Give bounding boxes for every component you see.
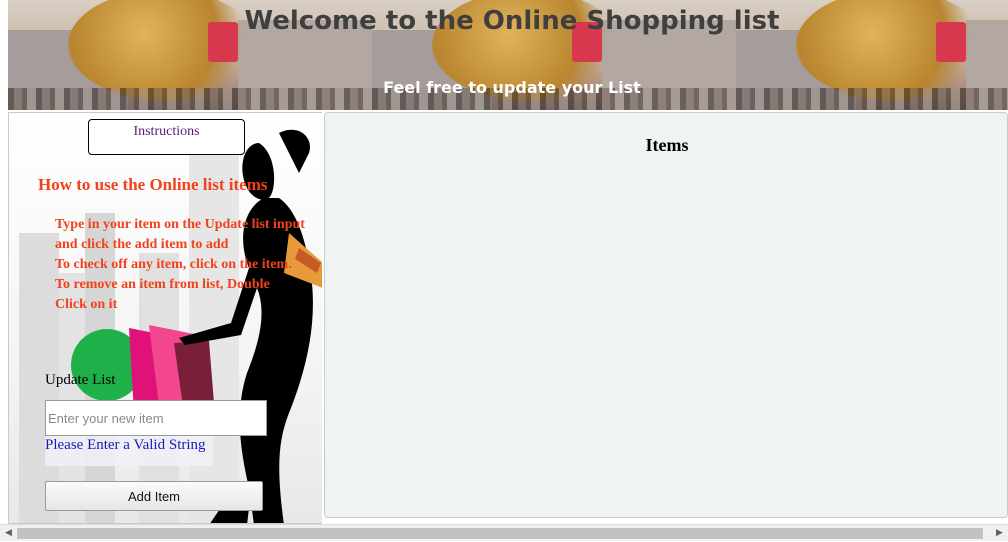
scroll-left-arrow-icon[interactable]: ◀ [0,525,17,542]
howto-instructions: Type in your item on the Update list inp… [55,215,305,315]
new-item-input[interactable] [45,400,267,436]
items-panel: Items [324,112,1008,518]
scrollbar-thumb[interactable] [17,528,983,539]
instructions-button[interactable]: Instructions [88,119,245,155]
header-banner: Welcome to the Online Shopping list Feel… [8,0,1008,110]
howto-line-add: Type in your item on the Update list inp… [55,217,305,252]
scroll-right-arrow-icon[interactable]: ▶ [991,525,1008,542]
howto-line-remove: To remove an item from list, Double Clic… [55,277,270,312]
instructions-sidebar: Instructions How to use the Online list … [8,112,322,524]
howto-line-check: To check off any item, click on the item… [55,257,292,272]
page-subtitle: Feel free to update your List [383,78,641,97]
howto-heading: How to use the Online list items [38,175,268,194]
page-title: Welcome to the Online Shopping list [244,6,780,36]
add-item-button[interactable]: Add Item [45,481,263,511]
items-heading: Items [645,135,689,155]
horizontal-scrollbar[interactable]: ◀ ▶ [0,524,1008,541]
validation-message: Please Enter a Valid String [45,436,213,466]
update-list-label: Update List [45,372,116,388]
